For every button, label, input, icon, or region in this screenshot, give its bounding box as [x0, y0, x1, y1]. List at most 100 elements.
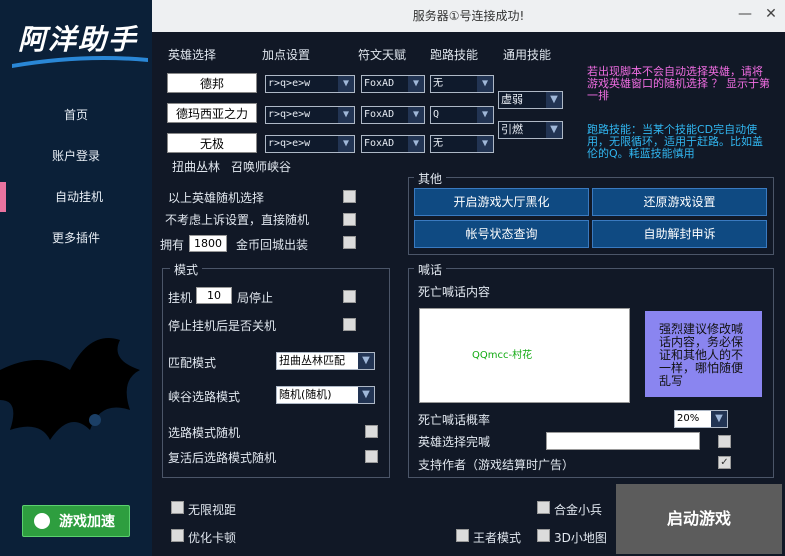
chevron-down-icon: ▼ — [546, 92, 562, 108]
chevron-down-icon: ▼ — [477, 76, 493, 92]
afk-checkbox[interactable] — [343, 290, 356, 303]
points-value: r>q>e>w — [268, 109, 311, 120]
route-dropdown-2[interactable]: Q ▼ — [430, 106, 494, 124]
route-value: 无 — [433, 138, 443, 149]
chevron-down-icon: ▼ — [338, 136, 354, 152]
prob-value: 20% — [677, 413, 700, 424]
points-dropdown-3[interactable]: r>q>e>w ▼ — [265, 135, 355, 153]
rune-dropdown-2[interactable]: FoxAD ▼ — [361, 106, 425, 124]
common-skill-value: 虚弱 — [501, 93, 523, 106]
rune-value: FoxAD — [364, 109, 395, 120]
sidebar-item-auto-afk[interactable]: 自动挂机 — [0, 182, 152, 212]
close-icon[interactable]: ✕ — [762, 6, 780, 24]
points-dropdown-2[interactable]: r>q>e>w ▼ — [265, 106, 355, 124]
random-above-checkbox[interactable] — [343, 190, 356, 203]
revive-random-checkbox[interactable] — [365, 450, 378, 463]
points-dropdown-1[interactable]: r>q>e>w ▼ — [265, 75, 355, 93]
header-common: 通用技能 — [503, 48, 552, 62]
shutdown-checkbox[interactable] — [343, 318, 356, 331]
optimize-label: 优化卡顿 — [188, 531, 237, 545]
support-checkbox[interactable]: ✓ — [718, 456, 731, 469]
other-title: 其他 — [414, 170, 447, 187]
shutdown-label: 停止挂机后是否关机 — [168, 319, 277, 333]
unlimited-view-label: 无限视距 — [188, 503, 237, 517]
common-skill-dropdown-1[interactable]: 虚弱 ▼ — [498, 91, 563, 109]
map3d-label: 3D小地图 — [554, 531, 607, 545]
speed-icon — [34, 513, 50, 529]
gold-minion-label: 合金小兵 — [554, 503, 603, 517]
rune-dropdown-3[interactable]: FoxAD ▼ — [361, 135, 425, 153]
lobby-dark-button[interactable]: 开启游戏大厅黑化 — [414, 188, 589, 216]
valley-mode-value: 随机(随机) — [279, 388, 332, 401]
own-label: 拥有 — [160, 238, 185, 252]
sidebar-item-home[interactable]: 首页 — [0, 100, 152, 130]
sidebar — [0, 0, 152, 556]
shout-notice: 强烈建议修改喊话内容，务必保证和其他人的不一样，哪怕随便乱写 — [645, 311, 762, 397]
hero-slot-1[interactable]: 德邦 — [167, 73, 257, 93]
chevron-down-icon: ▼ — [358, 353, 374, 369]
king-mode-label: 王者模式 — [473, 531, 522, 545]
map-twisted-link[interactable]: 扭曲丛林 — [172, 158, 220, 175]
route-value: 无 — [433, 78, 443, 89]
chevron-down-icon: ▼ — [546, 122, 562, 138]
valley-mode-dropdown[interactable]: 随机(随机) ▼ — [276, 386, 375, 404]
minimize-icon[interactable]: — — [736, 6, 754, 24]
afk-suffix-label: 局停止 — [237, 291, 274, 305]
support-label: 支持作者（游戏结算时广告） — [418, 458, 575, 472]
points-value: r>q>e>w — [268, 138, 311, 149]
sidebar-item-plugins[interactable]: 更多插件 — [0, 223, 152, 253]
chevron-down-icon: ▼ — [477, 107, 493, 123]
chevron-down-icon: ▼ — [477, 136, 493, 152]
hero-slot-2[interactable]: 德玛西亚之力 — [167, 103, 257, 123]
hero-shout-input[interactable] — [546, 432, 700, 450]
chevron-down-icon: ▼ — [408, 76, 424, 92]
rune-value: FoxAD — [364, 138, 395, 149]
route-random-checkbox[interactable] — [365, 425, 378, 438]
afk-label: 挂机 — [168, 291, 193, 305]
route-dropdown-1[interactable]: 无 ▼ — [430, 75, 494, 93]
header-rune: 符文天赋 — [358, 48, 407, 62]
match-mode-value: 扭曲丛林匹配 — [279, 354, 345, 367]
gold-checkbox[interactable] — [343, 236, 356, 249]
hero-shout-checkbox[interactable] — [718, 435, 731, 448]
account-status-button[interactable]: 帐号状态查询 — [414, 220, 589, 248]
chevron-down-icon: ▼ — [338, 107, 354, 123]
ignore-points-checkbox[interactable] — [343, 213, 356, 226]
app-logo: 阿洋助手 — [18, 23, 139, 56]
sidebar-item-login[interactable]: 账户登录 — [0, 141, 152, 171]
unlimited-view-checkbox[interactable] — [171, 501, 184, 514]
map3d-checkbox[interactable] — [537, 529, 550, 542]
random-above-label: 以上英雄随机选择 — [168, 191, 265, 205]
restore-settings-button[interactable]: 还原游戏设置 — [592, 188, 767, 216]
ignore-points-label: 不考虑上诉设置，直接随机 — [165, 213, 310, 227]
optimize-checkbox[interactable] — [171, 529, 184, 542]
prob-dropdown[interactable]: 20% ▼ — [674, 410, 728, 428]
header-route: 跑路技能 — [430, 48, 479, 62]
window-title: 服务器①号连接成功! — [152, 0, 785, 32]
unban-appeal-button[interactable]: 自助解封申诉 — [592, 220, 767, 248]
points-value: r>q>e>w — [268, 78, 311, 89]
route-random-label: 选路模式随机 — [168, 426, 241, 440]
tip-hero-select: 若出现脚本不会自动选择英雄，请将游戏英雄窗口的随机选择 ？ 显示于第一排 — [587, 65, 770, 102]
route-value: Q — [433, 109, 440, 120]
gold-minion-checkbox[interactable] — [537, 501, 550, 514]
gold-input[interactable]: 1800 — [189, 235, 227, 252]
rune-value: FoxAD — [364, 78, 395, 89]
match-mode-dropdown[interactable]: 扭曲丛林匹配 ▼ — [276, 352, 375, 370]
chevron-down-icon: ▼ — [711, 411, 727, 427]
map-summoner-link[interactable]: 召唤师峡谷 — [231, 158, 291, 175]
prob-label: 死亡喊话概率 — [418, 413, 491, 427]
hero-shout-label: 英雄选择完喊 — [418, 435, 491, 449]
chevron-down-icon: ▼ — [358, 387, 374, 403]
king-mode-checkbox[interactable] — [456, 529, 469, 542]
chevron-down-icon: ▼ — [408, 107, 424, 123]
mode-title: 模式 — [170, 261, 203, 278]
header-points: 加点设置 — [262, 48, 311, 62]
rune-dropdown-1[interactable]: FoxAD ▼ — [361, 75, 425, 93]
valley-mode-label: 峡谷选路模式 — [168, 390, 241, 404]
hero-slot-3[interactable]: 无极 — [167, 133, 257, 153]
afk-count-input[interactable]: 10 — [196, 287, 232, 304]
route-dropdown-3[interactable]: 无 ▼ — [430, 135, 494, 153]
common-skill-dropdown-2[interactable]: 引燃 ▼ — [498, 121, 563, 139]
start-game-button[interactable]: 启动游戏 — [616, 484, 782, 554]
